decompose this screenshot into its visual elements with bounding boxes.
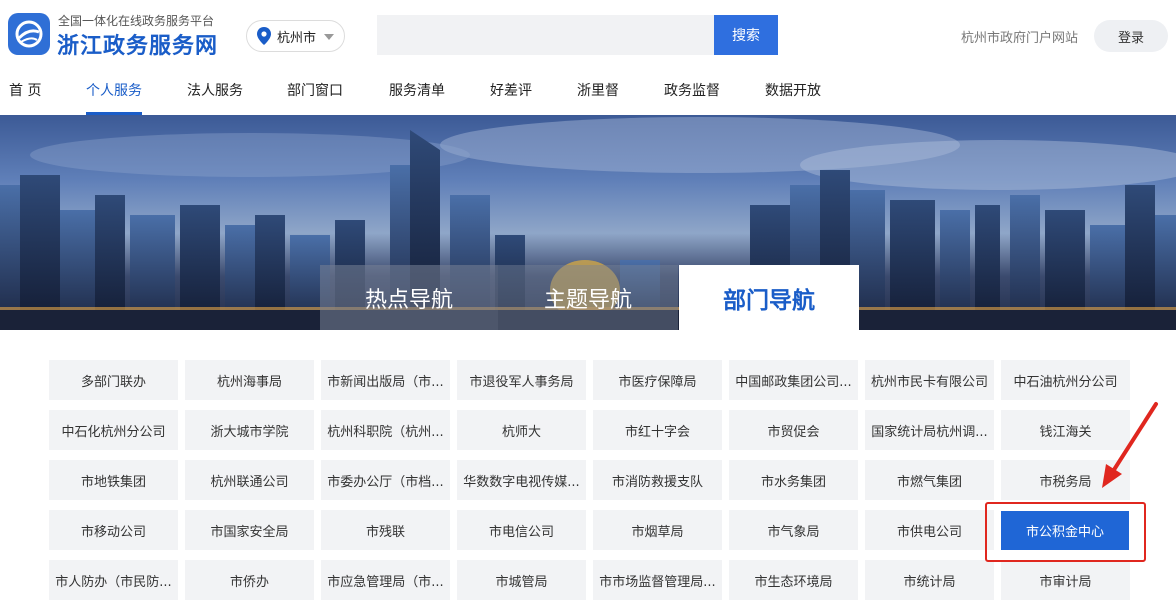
city-label: 杭州市 bbox=[277, 30, 317, 46]
department-button[interactable]: 市应急管理局（市... bbox=[321, 560, 450, 600]
department-button[interactable]: 市退役军人事务局 bbox=[457, 360, 586, 400]
department-button[interactable]: 市城管局 bbox=[457, 560, 586, 600]
department-button[interactable]: 市水务集团 bbox=[729, 460, 858, 500]
chevron-down-icon bbox=[324, 34, 334, 40]
department-button[interactable]: 杭州科职院（杭州... bbox=[321, 410, 450, 450]
logo-title[interactable]: 浙江政务服务网 bbox=[57, 28, 218, 60]
search-button[interactable]: 搜索 bbox=[714, 15, 778, 55]
nav-item-gov-monitor[interactable]: 政务监督 bbox=[664, 80, 720, 100]
department-button[interactable]: 市人防办（市民防... bbox=[49, 560, 178, 600]
department-button[interactable]: 市烟草局 bbox=[593, 510, 722, 550]
department-button[interactable]: 市统计局 bbox=[865, 560, 994, 600]
location-pin-icon bbox=[257, 27, 271, 45]
department-button[interactable]: 市红十字会 bbox=[593, 410, 722, 450]
department-button[interactable]: 市气象局 bbox=[729, 510, 858, 550]
nav-item-supervise[interactable]: 浙里督 bbox=[577, 80, 619, 100]
nav-item-home[interactable]: 首 页 bbox=[9, 80, 41, 100]
department-button[interactable]: 市燃气集团 bbox=[865, 460, 994, 500]
nav-item-dept-window[interactable]: 部门窗口 bbox=[287, 80, 343, 100]
department-button[interactable]: 市电信公司 bbox=[457, 510, 586, 550]
department-button[interactable]: 多部门联办 bbox=[49, 360, 178, 400]
department-button[interactable]: 市移动公司 bbox=[49, 510, 178, 550]
highlight-box-annotation bbox=[985, 502, 1146, 562]
tab-hot-navigation[interactable]: 热点导航 bbox=[320, 265, 498, 330]
nav-item-legal[interactable]: 法人服务 bbox=[187, 80, 243, 100]
department-button[interactable]: 杭州市民卡有限公司 bbox=[865, 360, 994, 400]
nav-item-open-data[interactable]: 数据开放 bbox=[765, 80, 821, 100]
tab-theme-navigation[interactable]: 主题导航 bbox=[498, 265, 678, 330]
portal-link[interactable]: 杭州市政府门户网站 bbox=[961, 27, 1078, 46]
department-button[interactable]: 市消防救援支队 bbox=[593, 460, 722, 500]
department-button[interactable]: 杭州海事局 bbox=[185, 360, 314, 400]
logo-subtitle: 全国一体化在线政务服务平台 bbox=[58, 14, 215, 28]
department-button[interactable]: 市侨办 bbox=[185, 560, 314, 600]
red-arrow-annotation bbox=[1102, 402, 1158, 488]
department-button[interactable]: 市地铁集团 bbox=[49, 460, 178, 500]
department-button[interactable]: 市新闻出版局（市... bbox=[321, 360, 450, 400]
department-button[interactable]: 市贸促会 bbox=[729, 410, 858, 450]
department-button[interactable]: 中石油杭州分公司 bbox=[1001, 360, 1130, 400]
nav-item-personal[interactable]: 个人服务 bbox=[86, 80, 142, 100]
login-button[interactable]: 登录 bbox=[1094, 20, 1168, 52]
header: 全国一体化在线政务服务平台 浙江政务服务网 杭州市 搜索 杭州市政府门户网站 登… bbox=[0, 0, 1176, 70]
department-button[interactable]: 市市场监督管理局... bbox=[593, 560, 722, 600]
department-button[interactable]: 市国家安全局 bbox=[185, 510, 314, 550]
department-button[interactable]: 杭州联通公司 bbox=[185, 460, 314, 500]
department-button[interactable]: 中国邮政集团公司... bbox=[729, 360, 858, 400]
department-button[interactable]: 市残联 bbox=[321, 510, 450, 550]
nav-item-review[interactable]: 好差评 bbox=[490, 80, 532, 100]
department-button[interactable]: 市生态环境局 bbox=[729, 560, 858, 600]
nav-item-service-list[interactable]: 服务清单 bbox=[389, 80, 445, 100]
department-button[interactable]: 浙大城市学院 bbox=[185, 410, 314, 450]
logo-icon[interactable] bbox=[8, 13, 50, 55]
search-input[interactable] bbox=[377, 15, 715, 55]
department-button[interactable]: 国家统计局杭州调... bbox=[865, 410, 994, 450]
department-button[interactable]: 华数数字电视传媒... bbox=[457, 460, 586, 500]
department-button[interactable]: 市供电公司 bbox=[865, 510, 994, 550]
department-button[interactable]: 市委办公厅（市档... bbox=[321, 460, 450, 500]
department-button[interactable]: 中石化杭州分公司 bbox=[49, 410, 178, 450]
department-button[interactable]: 市医疗保障局 bbox=[593, 360, 722, 400]
city-select[interactable]: 杭州市 bbox=[246, 20, 345, 52]
department-button[interactable]: 杭师大 bbox=[457, 410, 586, 450]
department-button[interactable]: 市审计局 bbox=[1001, 560, 1130, 600]
main-nav: 首 页 个人服务 法人服务 部门窗口 服务清单 好差评 浙里督 政务监督 数据开… bbox=[0, 70, 1176, 115]
tab-department-navigation[interactable]: 部门导航 bbox=[679, 265, 859, 331]
